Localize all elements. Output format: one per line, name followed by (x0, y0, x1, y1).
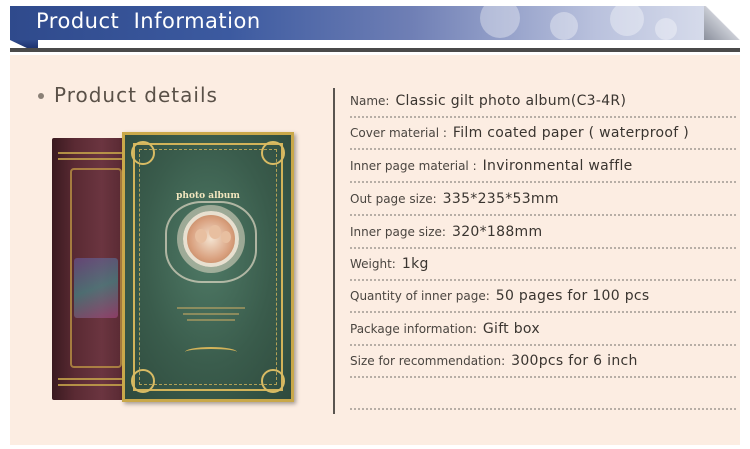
spec-row-name: Name: Classic gilt photo album(C3-4R) (350, 86, 736, 118)
spec-label: Name: (350, 94, 390, 108)
spec-value: 320*188mm (451, 224, 543, 240)
spec-row-empty (350, 378, 736, 410)
spec-label: Weight: (350, 257, 396, 271)
spec-label: Package information: (350, 322, 477, 336)
spec-row-out-page-size: Out page size: 335*235*53mm (350, 184, 736, 216)
spec-row-cover-material: Cover material : Film coated paper ( wat… (350, 118, 736, 150)
section-title: Product details (54, 83, 218, 107)
spec-value: 300pcs for 6 inch (511, 353, 638, 369)
header-title: Product Information (36, 9, 261, 33)
spec-value: 50 pages for 100 pcs (495, 288, 650, 304)
spec-value: Classic gilt photo album(C3-4R) (395, 93, 627, 109)
spec-row-inner-page-size: Inner page size: 320*188mm (350, 217, 736, 249)
spec-label: Out page size: (350, 192, 437, 206)
spec-row-size-recommendation: Size for recommendation: 300pcs for 6 in… (350, 346, 736, 378)
spec-value: Gift box (482, 321, 540, 337)
spec-label: Quantity of inner page: (350, 289, 490, 303)
spec-label: Inner page material : (350, 159, 477, 173)
spec-label: Inner page size: (350, 225, 446, 239)
header-divider (10, 48, 740, 52)
bokeh-decoration (480, 6, 520, 38)
album-front-cover: photo album (122, 132, 294, 402)
bokeh-decoration (610, 6, 644, 36)
column-divider (333, 88, 335, 414)
header-tab-decoration (10, 40, 38, 48)
spec-label: Cover material : (350, 126, 447, 140)
album-cover-title: photo album (176, 191, 240, 201)
spec-label: Size for recommendation: (350, 354, 506, 368)
spec-value: Film coated paper ( waterproof ) (452, 125, 689, 141)
spec-value: Invironmental waffle (482, 158, 633, 174)
family-photo-medallion (183, 211, 239, 267)
spec-value: 1kg (401, 256, 429, 272)
bottom-ornament (185, 347, 237, 357)
bokeh-decoration (550, 12, 578, 40)
header-banner: Product Information (10, 6, 740, 40)
bokeh-decoration (655, 18, 677, 40)
spec-value: 335*235*53mm (442, 191, 559, 207)
photo-album-image: photo album (52, 132, 300, 404)
page-curl-decoration (704, 6, 740, 40)
spec-row-weight: Weight: 1kg (350, 249, 736, 281)
spec-row-inner-page-material: Inner page material : Invironmental waff… (350, 151, 736, 183)
spec-row-quantity: Quantity of inner page: 50 pages for 100… (350, 281, 736, 313)
spec-row-package: Package information: Gift box (350, 314, 736, 346)
